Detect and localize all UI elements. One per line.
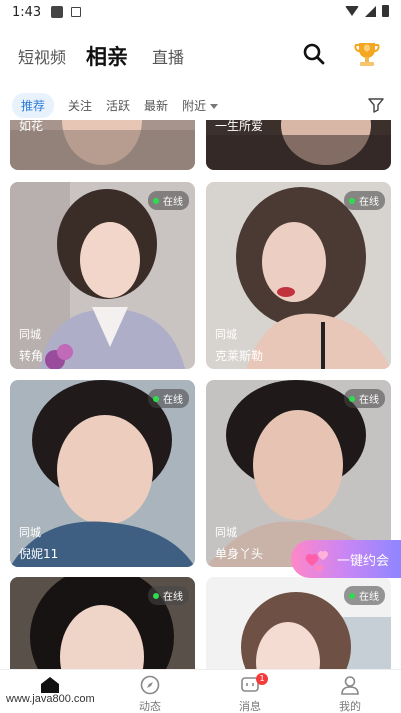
hearts-icon (305, 550, 328, 572)
nav-home[interactable] (0, 670, 100, 713)
profile-grid: 同城 如花 同城 一生所爱 在线 同城 转角 (0, 120, 401, 669)
battery-icon (382, 5, 389, 17)
chevron-down-icon (210, 103, 219, 109)
tab-short-video[interactable]: 短视频 (18, 44, 66, 68)
subtab-latest[interactable]: 最新 (144, 97, 168, 114)
online-label: 在线 (163, 395, 183, 406)
card-name: 如花 (19, 120, 44, 133)
filter-icon[interactable] (368, 97, 384, 113)
online-badge: 在线 (148, 191, 189, 210)
bottom-nav: 动态 消息 1 我的 (0, 669, 401, 713)
user-icon (341, 676, 359, 695)
compass-icon (140, 675, 160, 695)
card-city: 同城 (19, 328, 41, 341)
card-city: 同城 (215, 328, 237, 341)
profile-card[interactable]: 在线 (206, 577, 391, 669)
nav-moments-label: 动态 (139, 700, 161, 713)
nav-moments[interactable]: 动态 (100, 670, 200, 713)
online-label: 在线 (163, 197, 183, 208)
watermark: www.java800.com (6, 693, 95, 705)
online-badge: 在线 (148, 586, 189, 605)
card-name: 一生所爱 (215, 120, 264, 133)
online-label: 在线 (359, 395, 379, 406)
online-label: 在线 (359, 592, 379, 603)
profile-card[interactable]: 在线 (10, 577, 195, 669)
online-dot (153, 197, 159, 204)
card-name: 倪妮11 (19, 547, 59, 561)
online-dot (153, 395, 159, 402)
nav-me-label: 我的 (339, 700, 361, 713)
nav-messages[interactable]: 消息 1 (200, 670, 300, 713)
one-click-date-button[interactable]: 一键约会 (291, 540, 401, 578)
search-icon[interactable] (302, 42, 326, 66)
online-badge: 在线 (344, 389, 385, 408)
card-city: 同城 (215, 526, 237, 539)
profile-card[interactable]: 在线 同城 转角 (10, 182, 195, 369)
signal-icon (365, 5, 376, 17)
subtab-active[interactable]: 活跃 (106, 97, 130, 114)
online-dot (349, 197, 355, 204)
online-dot (153, 592, 159, 599)
card-name: 单身丫头 (215, 547, 264, 561)
card-city: 同城 (19, 526, 41, 539)
profile-card[interactable]: 在线 同城 单身丫头 (206, 380, 391, 567)
sim-icon (71, 7, 82, 17)
online-dot (349, 395, 355, 402)
online-dot (349, 592, 355, 599)
online-badge: 在线 (344, 586, 385, 605)
profile-card[interactable]: 同城 一生所爱 (206, 120, 391, 170)
subtab-recommend[interactable]: 推荐 (12, 92, 55, 118)
online-badge: 在线 (148, 389, 189, 408)
notification-icon (51, 6, 64, 18)
online-label: 在线 (359, 197, 379, 208)
one-click-date-label: 一键约会 (337, 553, 390, 569)
profile-card[interactable]: 在线 同城 倪妮11 (10, 380, 195, 567)
status-time: 1:43 (12, 4, 42, 20)
profile-card[interactable]: 同城 如花 (10, 120, 195, 170)
trophy-icon[interactable] (354, 40, 380, 68)
profile-card[interactable]: 在线 同城 克莱斯勒 (206, 182, 391, 369)
sub-tabs: 推荐 关注 活跃 最新 附近 (0, 92, 401, 118)
online-label: 在线 (163, 592, 183, 603)
wifi-icon (345, 6, 359, 16)
online-badge: 在线 (344, 191, 385, 210)
card-name: 转角 (19, 349, 44, 363)
tab-live[interactable]: 直播 (152, 44, 184, 68)
unread-badge: 1 (256, 673, 268, 685)
tab-dating[interactable]: 相亲 (86, 41, 128, 71)
top-nav: 短视频 相亲 直播 (0, 34, 401, 78)
nav-me[interactable]: 我的 (300, 670, 400, 713)
status-bar: 1:43 (0, 0, 401, 24)
nav-messages-label: 消息 (239, 700, 261, 713)
subtab-follow[interactable]: 关注 (68, 97, 92, 114)
card-name: 克莱斯勒 (215, 349, 264, 363)
subtab-nearby-label: 附近 (182, 98, 207, 113)
subtab-nearby[interactable]: 附近 (182, 97, 219, 114)
